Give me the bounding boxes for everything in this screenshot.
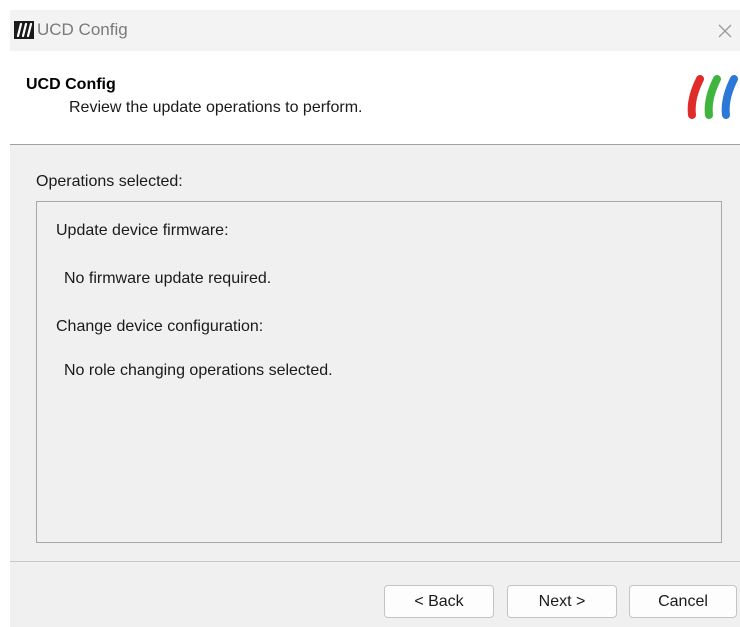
ucd-brand-logo <box>680 75 740 119</box>
header-subtitle: Review the update operations to perform. <box>69 99 363 116</box>
ucd-logo-icon <box>14 21 34 39</box>
next-button[interactable]: Next > <box>507 585 617 618</box>
configuration-status: No role changing operations selected. <box>64 362 333 379</box>
window-title: UCD Config <box>37 20 128 39</box>
ucd-config-window: UCD Config UCD Config Review the update … <box>10 10 740 627</box>
cancel-button[interactable]: Cancel <box>629 585 737 618</box>
title-bar[interactable]: UCD Config <box>10 10 740 51</box>
wizard-header: UCD Config Review the update operations … <box>10 51 740 145</box>
back-button[interactable]: < Back <box>384 585 494 618</box>
header-title: UCD Config <box>26 76 116 93</box>
firmware-heading: Update device firmware: <box>56 222 229 239</box>
footer-divider <box>10 561 740 562</box>
operations-selected-label: Operations selected: <box>36 173 183 190</box>
close-button[interactable] <box>710 14 740 46</box>
operations-list-panel: Update device firmware: No firmware upda… <box>36 201 722 543</box>
close-icon <box>718 24 732 38</box>
firmware-status: No firmware update required. <box>64 270 272 287</box>
configuration-heading: Change device configuration: <box>56 318 264 335</box>
